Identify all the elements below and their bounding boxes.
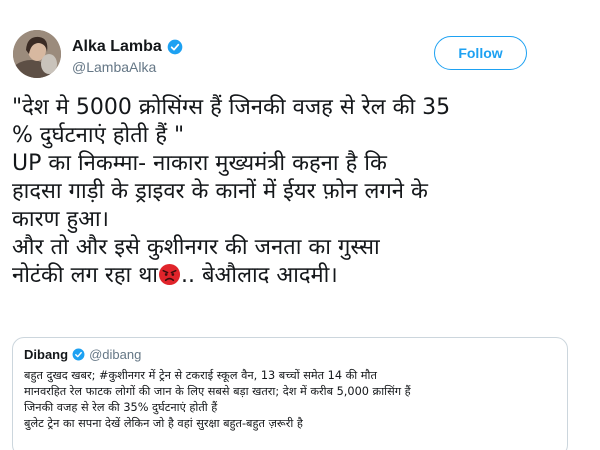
author-handle[interactable]: @LambaAlka: [72, 59, 183, 75]
quoted-tweet[interactable]: Dibang @dibang बहुत दुखद खबर; #कुशीनगर म…: [12, 337, 568, 450]
verified-badge-icon: [167, 39, 183, 55]
tweet-line-text: .. बेऔलाद आदमी।: [181, 263, 338, 288]
quoted-tweet-line: बहुत दुखद खबर; #कुशीनगर में ट्रेन से टकर…: [24, 369, 377, 382]
angry-face-icon: [158, 263, 181, 286]
quoted-tweet-line: मानवरहित रेल फाटक लोगों की जान के लिए सब…: [24, 385, 411, 398]
quoted-tweet-line: जिनकी वजह से रेल की 35% दुर्घटनाएं होती …: [24, 401, 218, 414]
author-name[interactable]: Alka Lamba: [72, 38, 162, 56]
quoted-author-handle: @dibang: [89, 347, 142, 362]
quoted-tweet-header: Dibang @dibang: [24, 347, 556, 362]
quoted-author-name: Dibang: [24, 347, 69, 362]
tweet-line: हादसा गाड़ी के ड्राइवर के कानों में ईयर …: [12, 179, 428, 204]
tweet-last-line: नोटंकी लग रहा था .. बेऔलाद आदमी।: [12, 262, 592, 290]
tweet-line: % दुर्घटनाएं होती हैं ": [12, 123, 185, 148]
tweet-text: "देश मे 5000 क्रोसिंग्स हैं जिनकी वजह से…: [12, 94, 592, 290]
tweet-card: Alka Lamba @LambaAlka Follow "देश मे 500…: [0, 0, 600, 450]
follow-button[interactable]: Follow: [434, 36, 527, 70]
tweet-line: कारण हुआ।: [12, 207, 109, 232]
tweet-line-text: नोटंकी लग रहा था: [12, 263, 159, 288]
verified-badge-icon: [72, 348, 85, 361]
avatar[interactable]: [13, 30, 61, 78]
tweet-line: UP का निकम्मा- नाकारा मुख्यमंत्री कहना ह…: [12, 151, 387, 176]
author-block: Alka Lamba @LambaAlka: [72, 38, 183, 75]
quoted-tweet-line: बुलेट ट्रेन का सपना देखें लेकिन जो है वह…: [24, 417, 303, 430]
author-name-row: Alka Lamba: [72, 38, 183, 56]
tweet-line: और तो और इसे कुशीनगर की जनता का गुस्सा: [12, 235, 380, 260]
tweet-line: "देश मे 5000 क्रोसिंग्स हैं जिनकी वजह से…: [12, 95, 451, 120]
avatar-image: [13, 30, 61, 78]
quoted-tweet-text: बहुत दुखद खबर; #कुशीनगर में ट्रेन से टकर…: [24, 368, 556, 432]
